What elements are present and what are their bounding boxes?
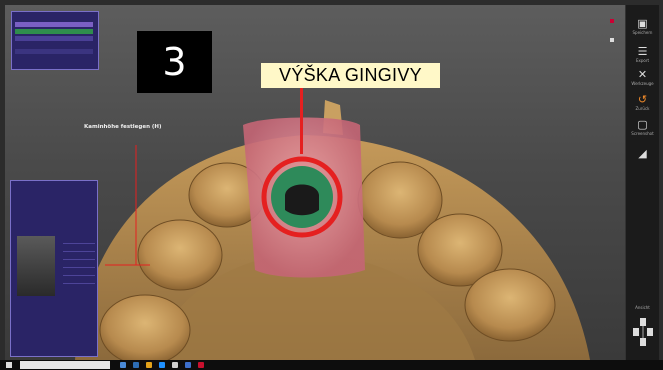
save-icon: ▣ (637, 17, 648, 30)
app-icon[interactable] (172, 362, 178, 368)
taskbar (0, 360, 663, 370)
tool-sidebar: ▣ Speichern ☰ Export ✕ Werkzeuge ↺ Zurüc… (625, 5, 659, 360)
app-icon[interactable] (120, 362, 126, 368)
list-item[interactable] (63, 236, 95, 244)
label-pointer (300, 88, 303, 154)
viewport-annotation: Kaminhöhe festlegen (H) (84, 124, 162, 130)
step-badge: 3 (137, 31, 212, 93)
parameter-panel[interactable] (10, 180, 98, 357)
cleanup-tool[interactable]: ◢ (626, 147, 659, 177)
cleanup-icon: ◢ (638, 147, 647, 160)
list-item[interactable] (63, 276, 95, 284)
app-icon[interactable] (159, 362, 165, 368)
workflow-header (15, 15, 93, 20)
undo-icon: ↺ (637, 93, 648, 106)
panel-footer[interactable] (15, 345, 93, 351)
screenshot-tool[interactable]: ▢ Screenshot (626, 118, 659, 148)
top-right-icons[interactable] (610, 8, 622, 42)
preview-swatch (17, 236, 55, 296)
save-tool[interactable]: ▣ Speichern (626, 17, 659, 47)
workflow-step-active[interactable] (15, 22, 93, 27)
app-icon[interactable] (133, 362, 139, 368)
folder-icon[interactable] (146, 362, 152, 368)
search-input[interactable] (20, 361, 110, 369)
screenshot-icon: ▢ (637, 118, 648, 131)
list-item[interactable] (63, 260, 95, 268)
tools-icon: ✕ (637, 68, 648, 81)
view-cube-icon[interactable] (632, 316, 654, 352)
workflow-step-done[interactable] (15, 29, 93, 34)
app-icon[interactable] (198, 362, 204, 368)
app-window: 3 VÝŠKA GINGIVY Kaminhöhe festlegen (H) … (0, 0, 663, 370)
view-label: Ansicht (635, 305, 650, 310)
workflow-step[interactable] (15, 36, 93, 41)
list-item[interactable] (63, 252, 95, 260)
export-icon: ☰ (637, 45, 648, 58)
workflow-options[interactable] (15, 49, 93, 54)
app-icon[interactable] (185, 362, 191, 368)
option-list[interactable] (63, 236, 95, 284)
list-item[interactable] (63, 268, 95, 276)
gingiva-height-label: VÝŠKA GINGIVY (261, 63, 440, 88)
workflow-panel[interactable] (11, 11, 99, 70)
list-item[interactable] (63, 244, 95, 252)
start-icon[interactable] (6, 362, 12, 368)
